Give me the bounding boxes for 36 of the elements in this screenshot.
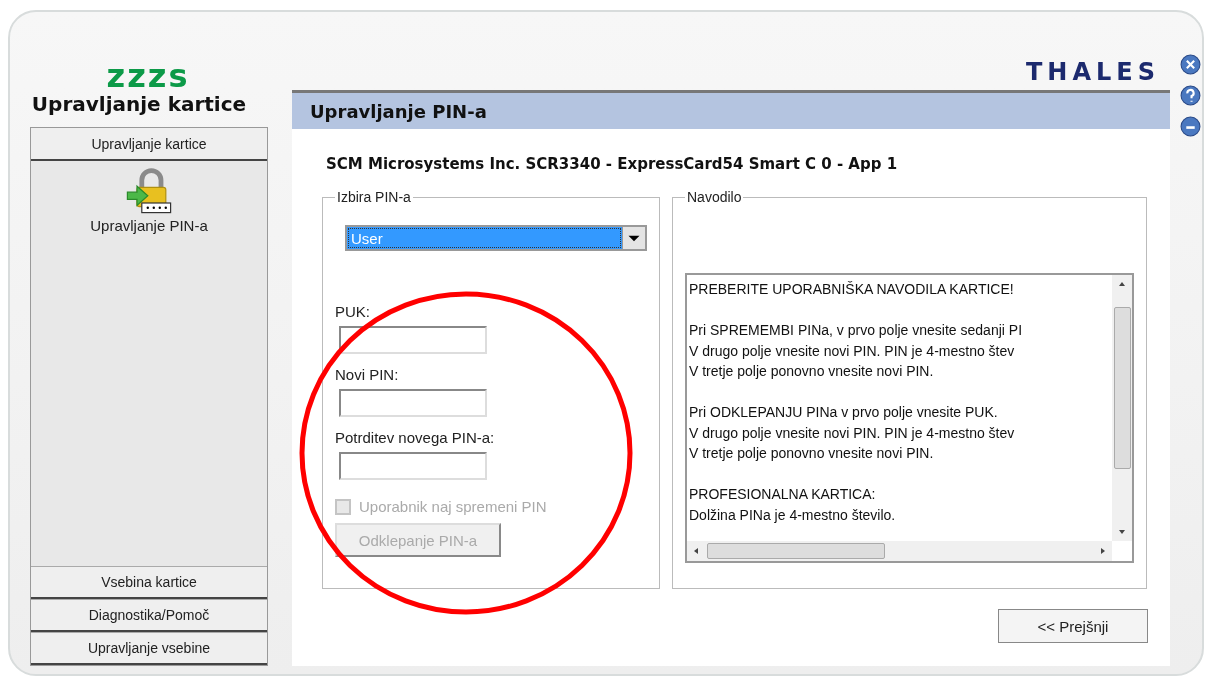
minimize-icon[interactable] <box>1180 116 1201 137</box>
help-icon[interactable] <box>1180 85 1201 106</box>
pin-input-field[interactable] <box>339 326 487 354</box>
panel-title: Upravljanje PIN-a <box>310 100 487 122</box>
logo-mark: zzzs <box>106 60 190 92</box>
back-button[interactable]: << Prejšnji <box>998 609 1148 643</box>
pin-input-field[interactable] <box>339 452 487 480</box>
instruction-line: V drugo polje vnesite novi PIN. PIN je 4-mestno štev <box>689 341 1015 361</box>
checkbox-label: Uporabnik naj spremeni PIN <box>359 498 547 515</box>
group-legend: Navodilo <box>685 189 744 205</box>
instructions-textbox[interactable] <box>685 273 1134 563</box>
instruction-line: Pri ODKLEPANJU PINa v prvo polje vnesite PUK. <box>689 403 998 422</box>
brand-logo: THALES <box>1026 58 1160 86</box>
vertical-scrollbar[interactable] <box>1112 275 1132 541</box>
instruction-line: Dolžina PINa je 4-mestno število. <box>689 505 896 525</box>
field-label: Novi PIN: <box>335 366 399 383</box>
padlock-icon[interactable] <box>125 167 173 215</box>
device-name: SCM Microsystems Inc. SCR3340 - ExpressCard54 Smart C 0 - App 1 <box>326 155 899 173</box>
instruction-line: PREBERITE UPORABNIŠKA NAVODILA KARTICE! <box>689 280 1014 299</box>
field-label: Potrditev novega PIN-a: <box>335 429 495 446</box>
app-title: Upravljanje kartice <box>31 92 247 116</box>
sidebar-section[interactable]: Upravljanje kartice <box>31 128 267 161</box>
sidebar-item[interactable]: Upravljanje PIN-a <box>90 217 208 234</box>
instruction-line: V tretje polje ponovno vnesite novi PIN. <box>689 362 934 381</box>
horizontal-scrollbar[interactable] <box>687 541 1112 561</box>
close-icon[interactable] <box>1180 54 1201 75</box>
pin-input-field[interactable] <box>339 389 487 417</box>
group-legend: Izbira PIN-a <box>335 189 413 205</box>
field-label: PUK: <box>335 303 370 320</box>
sidebar-section[interactable]: Diagnostika/Pomoč <box>31 599 267 632</box>
instruction-line: PROFESIONALNA KARTICA: <box>689 485 876 504</box>
instruction-line: V tretje polje ponovno vnesite novi PIN. <box>689 444 934 463</box>
sidebar-section[interactable]: Upravljanje vsebine <box>31 632 267 665</box>
instruction-line: V drugo polje vnesite novi PIN. PIN je 4-mestno štev <box>689 423 1015 443</box>
instruction-line: Pri SPREMEMBI PINa, v prvo polje vnesite sedanji PI <box>689 321 1023 340</box>
sidebar-section[interactable]: Vsebina kartice <box>31 566 267 599</box>
